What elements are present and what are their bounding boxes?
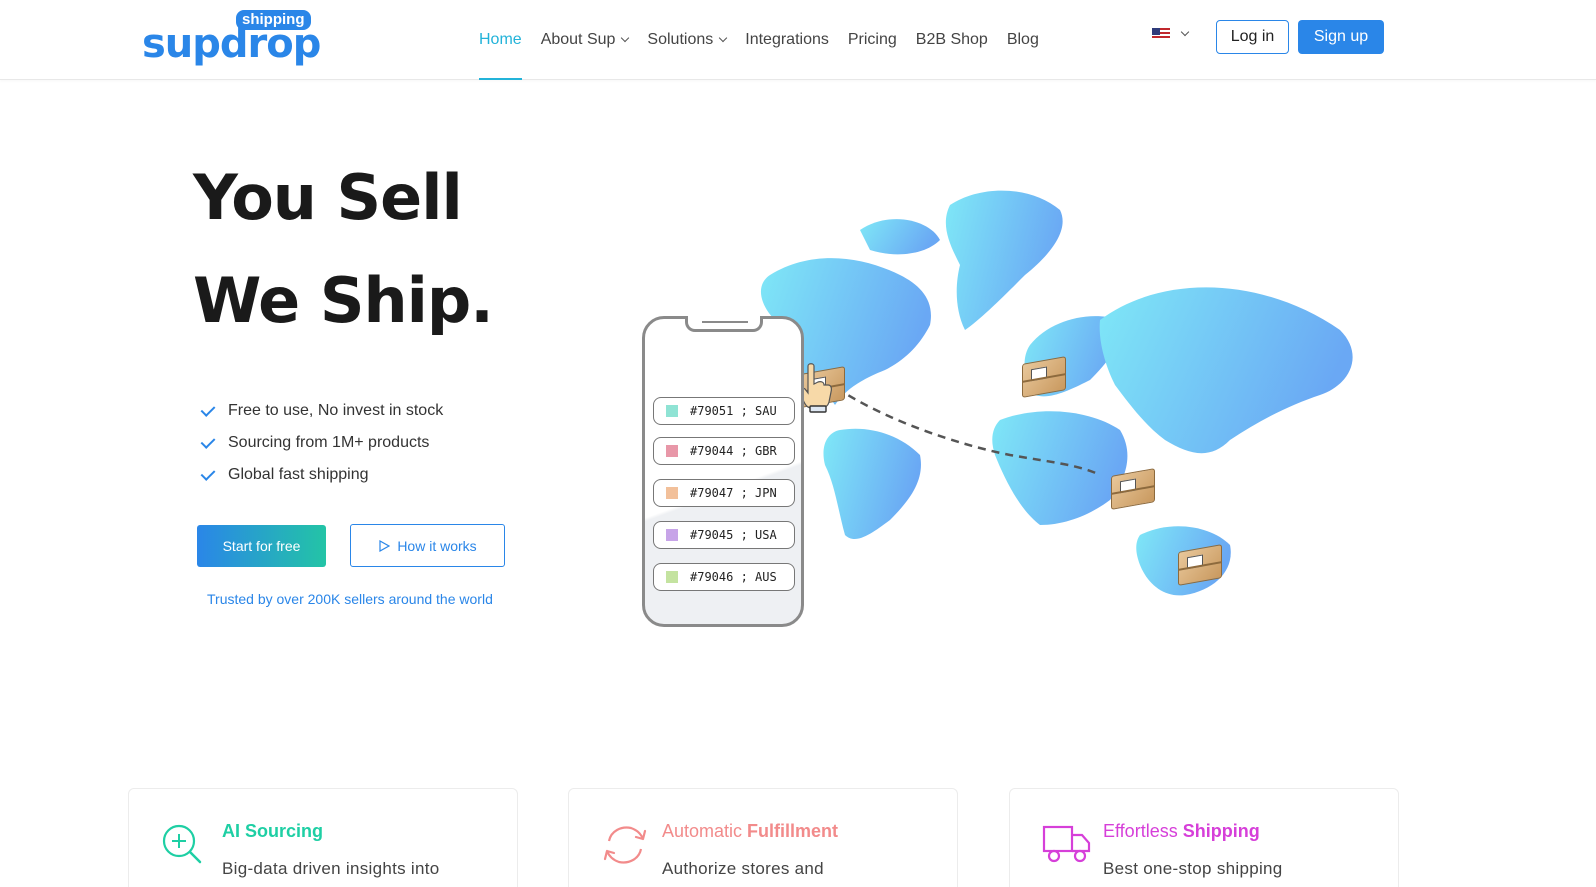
login-button[interactable]: Log in: [1216, 20, 1289, 54]
nav-home-label: Home: [479, 31, 522, 48]
card-title-b: Fulfillment: [747, 821, 839, 841]
order-item: #79044 ; GBR: [653, 437, 795, 465]
card-description: Big-data driven insights into: [222, 859, 440, 878]
hero-title-line2: We Ship.: [193, 264, 494, 337]
card-title-b: Shipping: [1182, 821, 1260, 841]
nav-integrations[interactable]: Integrations: [745, 0, 829, 80]
card-title-a: Automatic: [662, 821, 748, 841]
signup-button[interactable]: Sign up: [1298, 20, 1384, 54]
check-icon: [200, 403, 216, 419]
feature-item: Free to use, No invest in stock: [200, 395, 443, 427]
order-color-swatch: [666, 445, 678, 457]
language-selector[interactable]: [1152, 27, 1190, 40]
nav-solutions-label: Solutions: [647, 31, 714, 48]
nav-home[interactable]: Home: [479, 0, 522, 80]
how-it-works-button[interactable]: How it works: [350, 524, 505, 567]
how-it-works-label: How it works: [397, 537, 477, 554]
order-color-swatch: [666, 487, 678, 499]
order-item: #79046 ; AUS: [653, 563, 795, 591]
main-nav: Home About Sup Solutions Integrations Pr…: [479, 0, 1058, 80]
order-color-swatch: [666, 405, 678, 417]
check-icon: [200, 435, 216, 451]
nav-b2b-shop-label: B2B Shop: [915, 31, 988, 48]
order-id: #79047: [690, 486, 734, 500]
order-country: GBR: [755, 444, 777, 458]
chevron-down-icon: [1180, 27, 1190, 37]
order-id: #79051: [690, 404, 734, 418]
supdrop-logo[interactable]: supdrop shipping: [142, 8, 321, 68]
logo-tag: shipping: [236, 10, 311, 30]
feature-card-ai-sourcing[interactable]: AI Sourcing Big-data driven insights int…: [128, 788, 518, 887]
order-country: SAU: [755, 404, 777, 418]
nav-b2b-shop[interactable]: B2B Shop: [916, 0, 988, 80]
hero-title-line1: You Sell: [193, 161, 463, 234]
package-box-icon: [1022, 356, 1066, 398]
card-title-a: Effortless: [1103, 821, 1183, 841]
us-flag-icon: [1152, 28, 1170, 40]
order-country: USA: [755, 528, 777, 542]
order-id: #79044: [690, 444, 734, 458]
check-icon: [200, 467, 216, 483]
order-color-swatch: [666, 571, 678, 583]
start-for-free-button[interactable]: Start for free: [197, 525, 326, 567]
order-id: #79046: [690, 570, 734, 584]
truck-icon: [1042, 825, 1091, 863]
nav-solutions[interactable]: Solutions: [647, 0, 728, 80]
card-title-a: AI: [222, 821, 246, 841]
nav-pricing[interactable]: Pricing: [848, 0, 897, 80]
card-title-b: Sourcing: [245, 821, 324, 841]
card-title: AI Sourcing: [222, 821, 323, 842]
order-item: #79051 ; SAU: [653, 397, 795, 425]
card-description: Authorize stores and: [662, 859, 824, 878]
feature-text: Free to use, No invest in stock: [228, 402, 444, 419]
continent-south-america: [823, 428, 921, 540]
order-color-swatch: [666, 529, 678, 541]
order-country: AUS: [755, 570, 777, 584]
continent-africa: [992, 411, 1128, 525]
package-box-icon: [1111, 468, 1155, 510]
feature-list: Free to use, No invest in stock Sourcing…: [200, 395, 443, 491]
card-title: Effortless Shipping: [1103, 821, 1260, 842]
feature-item: Global fast shipping: [200, 459, 443, 491]
card-title: Automatic Fulfillment: [662, 821, 838, 842]
phone-notch: [685, 316, 763, 332]
search-plus-icon: [162, 824, 202, 864]
nav-about-sup[interactable]: About Sup: [540, 0, 630, 80]
chevron-down-icon: [621, 33, 630, 43]
nav-blog-label: Blog: [1006, 31, 1039, 48]
order-id: #79045: [690, 528, 734, 542]
nav-pricing-label: Pricing: [847, 31, 897, 48]
site-header: supdrop shipping Home About Sup Solution…: [0, 0, 1596, 80]
continent-arctic-islands: [860, 219, 940, 255]
phone-mockup: #79051 ; SAU #79044 ; GBR #79047 ; JPN #…: [642, 316, 804, 627]
nav-blog[interactable]: Blog: [1007, 0, 1039, 80]
continent-asia: [1099, 287, 1353, 454]
order-item: #79045 ; USA: [653, 521, 795, 549]
continent-greenland: [945, 190, 1063, 330]
trusted-text: Trusted by over 200K sellers around the …: [207, 591, 493, 607]
nav-integrations-label: Integrations: [745, 31, 829, 48]
refresh-icon: [603, 826, 647, 864]
feature-text: Sourcing from 1M+ products: [228, 434, 430, 451]
card-description: Best one-stop shipping: [1103, 859, 1283, 878]
package-box-icon: [1178, 544, 1222, 586]
chevron-down-icon: [719, 33, 728, 43]
order-item: #79047 ; JPN: [653, 479, 795, 507]
order-country: JPN: [755, 486, 777, 500]
feature-text: Global fast shipping: [228, 466, 369, 483]
feature-item: Sourcing from 1M+ products: [200, 427, 443, 459]
feature-card-automatic-fulfillment[interactable]: Automatic Fulfillment Authorize stores a…: [568, 788, 958, 887]
nav-about-sup-label: About Sup: [540, 31, 616, 48]
feature-card-effortless-shipping[interactable]: Effortless Shipping Best one-stop shippi…: [1009, 788, 1399, 887]
